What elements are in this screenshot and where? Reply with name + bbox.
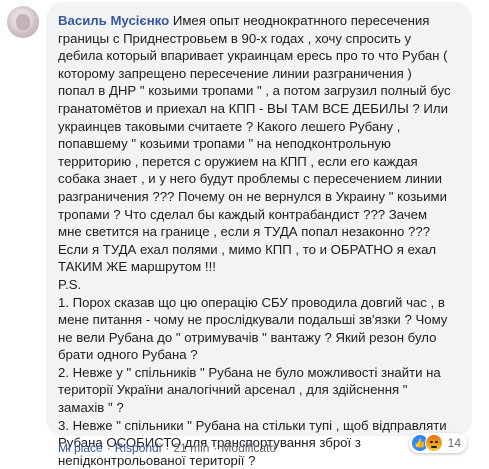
comment-text-line: Если я ТУДА ехал полями , мимо КПП , то … — [58, 241, 437, 257]
comment-text-line: гранатомётов и приехал на КПП - ВЫ ТАМ В… — [58, 100, 448, 116]
timestamp[interactable]: 21 min — [173, 441, 209, 455]
comment-text-line: разграничения ??? Почему он не вернулся … — [58, 188, 447, 204]
comment-text-line: 3. Невже " спільники " Рубана на стільки… — [58, 417, 447, 433]
avatar[interactable] — [7, 6, 39, 38]
comment-text-line: попавшему " козьими тропами " на неподко… — [58, 136, 391, 152]
comment-text-line: дебила который впаривает украинцам ересь… — [58, 48, 448, 64]
comment-first-line: Василь Мусієнко Имея опыт неоднократнног… — [58, 12, 478, 30]
comment-text-line: території України аналогічний арсенал , … — [58, 382, 408, 398]
comment-text-line: P.S. — [58, 276, 82, 292]
reactions-summary[interactable]: 👍 14 — [408, 433, 467, 453]
comment-text-line: границы с Приднестровьем в 90-х годах , … — [58, 30, 412, 46]
reaction-count: 14 — [447, 436, 461, 450]
comment-text-line: собака знает , и у него будут проблемы с… — [58, 171, 443, 187]
like-link[interactable]: Mi piace — [58, 441, 103, 455]
avatar-image — [16, 14, 30, 30]
separator-dot: · — [106, 441, 111, 455]
comment-text-line: замахів " ? — [58, 400, 124, 416]
comment-text-line: не вели Рубана до " отримувачів " вантаж… — [58, 329, 437, 345]
separator-dot: · — [165, 441, 170, 455]
comment-text-line: которому запрещено пересечение линии раз… — [58, 65, 412, 81]
comment-text-line: тропами ? Что сделал бы каждый контрабан… — [58, 206, 428, 222]
reply-link[interactable]: Rispondi — [115, 441, 162, 455]
author-name[interactable]: Василь Мусієнко — [58, 13, 169, 28]
comment-text-line: попал в ДНР " козьими тропами " , а пото… — [58, 83, 451, 99]
comment-text-line: Имея опыт неоднократнного пересечения — [172, 13, 430, 28]
comment-text-line: украинцев таковыми считаете ? Какого леш… — [58, 118, 401, 134]
comment-text-line: мене питання - чому не прослідкували под… — [58, 312, 448, 328]
comment-text-line: ТАКИМ ЖЕ маршрутом !!! — [58, 259, 216, 275]
angry-icon — [424, 434, 443, 452]
comment-text-line: 1. Порох сказав що цю операцію СБУ прово… — [58, 294, 445, 310]
edited-label[interactable]: Modificato — [221, 441, 276, 455]
comment-text-line: 2. Невже у " спільників " Рубана не було… — [58, 364, 441, 380]
comment-actions: Mi piace · Rispondi · 21 min · Modificato — [58, 441, 276, 455]
comment-text-line: мне светится на границе , если я ТУДА по… — [58, 224, 431, 240]
comment-text-line: территорию , перется с оружием на КПП , … — [58, 153, 418, 169]
separator-dot: · — [213, 441, 218, 455]
comment-body: Василь Мусієнко Имея опыт неоднократнног… — [58, 12, 478, 469]
comment-text-line: брати одного Рубана ? — [58, 347, 198, 363]
